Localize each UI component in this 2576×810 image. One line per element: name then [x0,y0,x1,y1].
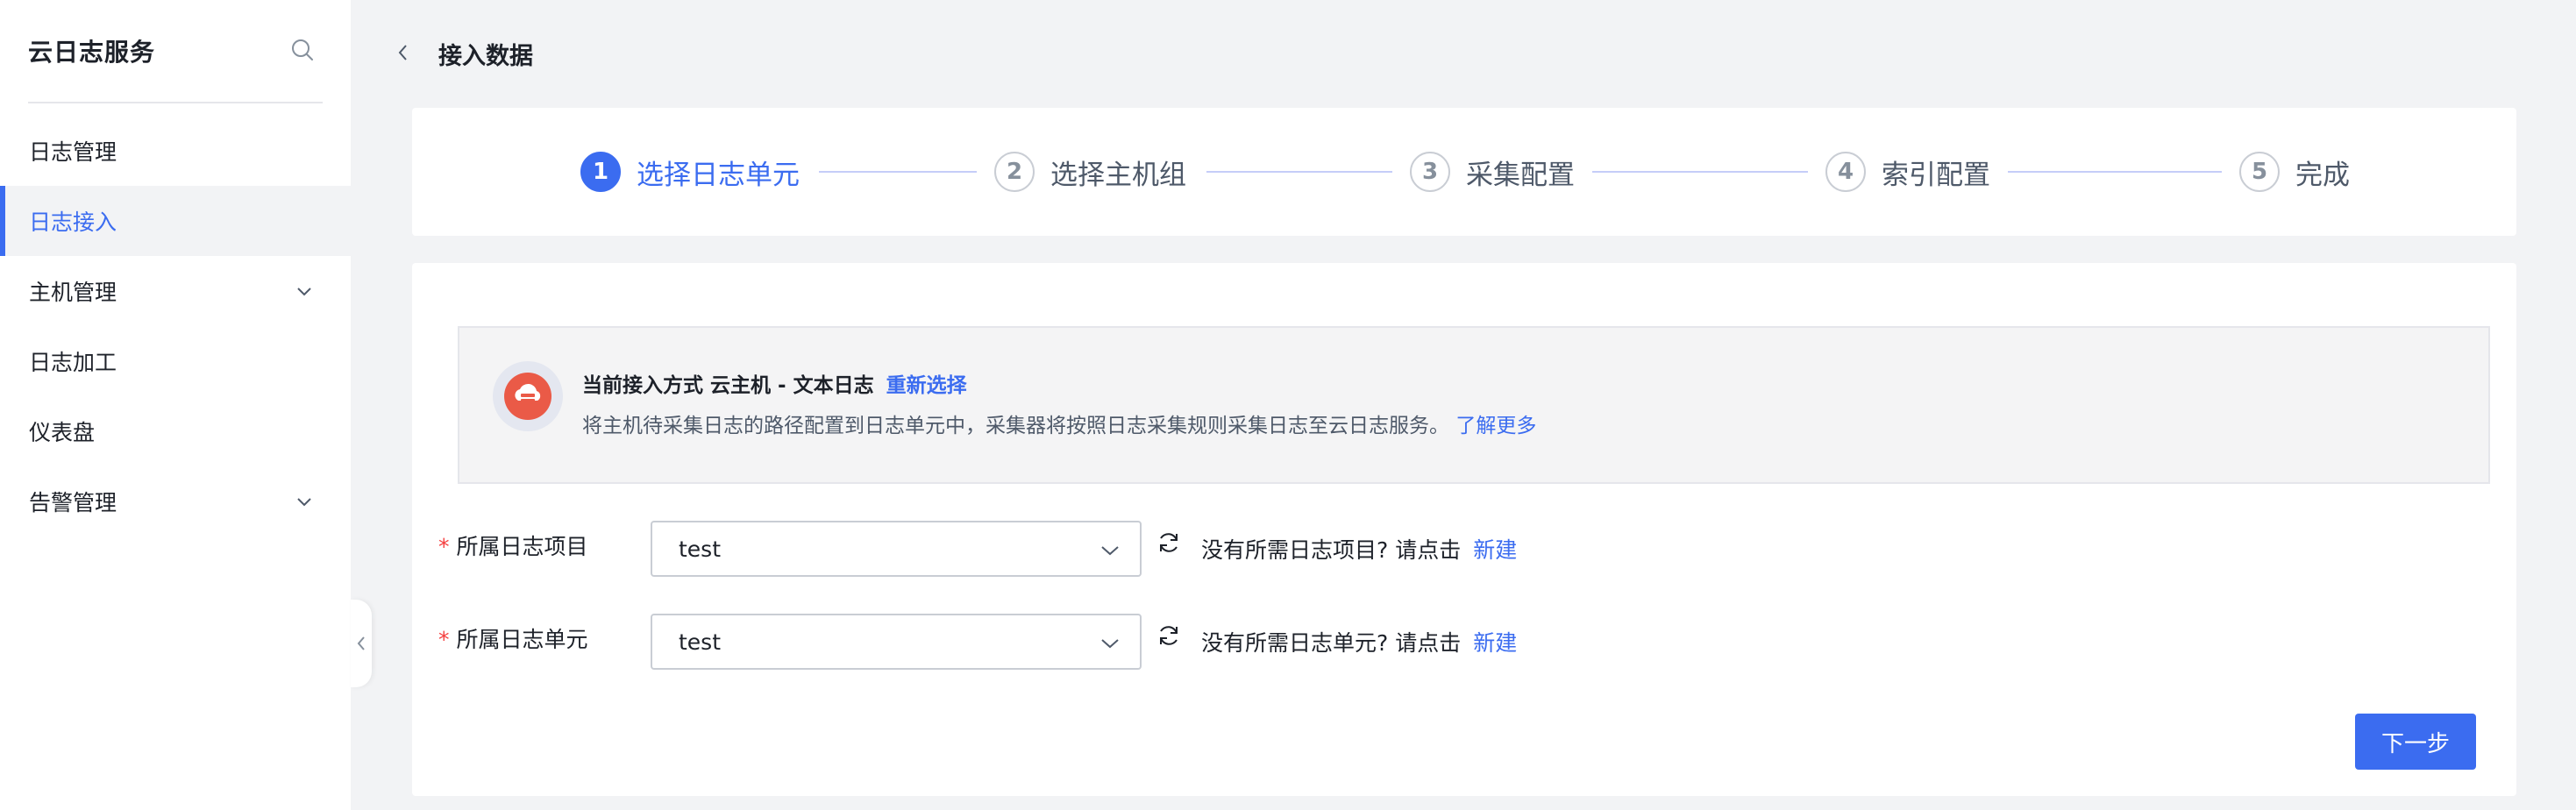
project-hint: 没有所需日志项目? 请点击 新建 [1201,537,1518,563]
chevron-down-icon [297,498,311,507]
step-connector [2008,171,2222,173]
refresh-icon[interactable] [1156,622,1182,649]
cloud-host-icon [493,361,563,431]
step-label: 采集配置 [1466,159,1575,191]
sidebar-item-label: 主机管理 [29,280,117,305]
sidebar-collapse-toggle[interactable] [351,600,372,687]
chevron-left-icon [357,636,365,650]
unit-select-value: test [679,629,722,655]
back-button[interactable] [393,40,414,65]
refresh-icon[interactable] [1156,529,1182,556]
next-step-button[interactable]: 下一步 [2355,714,2476,770]
step-number: 1 [580,152,621,192]
step-label: 选择日志单元 [637,159,800,191]
sidebar-item-dashboard[interactable]: 仪表盘 [0,396,351,466]
project-select[interactable]: test [651,521,1142,577]
step-number: 4 [1825,152,1866,192]
sidebar-item-host-management[interactable]: 主机管理 [0,256,351,326]
unit-form-row: * 所属日志单元 test 没有所需日志单元? 请点击 新建 [438,614,1666,670]
step-label: 选择主机组 [1050,159,1186,191]
access-method-label: 当前接入方式 云主机 - 文本日志 [582,374,874,397]
step-label: 完成 [2295,159,2350,191]
step-3: 3 采集配置 [1410,108,1575,236]
step-2: 2 选择主机组 [994,108,1186,236]
steps-bar: 1 选择日志单元 2 选择主机组 3 采集配置 4 索引配置 5 完成 [412,108,2516,236]
project-label: * 所属日志项目 [438,534,588,559]
project-select-value: test [679,536,722,562]
step-5: 5 完成 [2239,108,2350,236]
sidebar-item-label: 仪表盘 [29,420,96,445]
step-4: 4 索引配置 [1825,108,1990,236]
search-icon[interactable] [289,37,316,63]
step-connector [819,171,977,173]
chevron-down-icon [1101,546,1119,556]
sidebar-header: 云日志服务 [28,32,323,103]
step-number: 2 [994,152,1035,192]
unit-label: * 所属日志单元 [438,627,588,652]
page-title: 接入数据 [438,43,533,70]
project-form-row: * 所属日志项目 test 没有所需日志项目? 请点击 新建 [438,521,1666,577]
main-card: 当前接入方式 云主机 - 文本日志 重新选择 将主机待采集日志的路径配置到日志单元… [412,263,2516,796]
step-number: 3 [1410,152,1450,192]
access-method-text: 当前接入方式 云主机 - 文本日志 重新选择 [582,368,967,398]
create-unit-link[interactable]: 新建 [1473,630,1517,656]
step-connector [1206,171,1392,173]
sidebar-item-label: 告警管理 [29,490,117,515]
sidebar-item-label: 日志接入 [29,210,117,235]
learn-more-link[interactable]: 了解更多 [1455,415,1536,437]
sidebar-item-alert-management[interactable]: 告警管理 [0,466,351,536]
sidebar-item-log-access[interactable]: 日志接入 [0,186,351,256]
step-label: 索引配置 [1882,159,1990,191]
create-project-link[interactable]: 新建 [1473,537,1517,563]
unit-hint: 没有所需日志单元? 请点击 新建 [1201,630,1518,656]
chevron-down-icon [1101,639,1119,649]
access-description-text: 将主机待采集日志的路径配置到日志单元中，采集器将按照日志采集规则采集日志至云日志… [582,415,1449,437]
required-mark: * [438,627,450,652]
sidebar-item-log-processing[interactable]: 日志加工 [0,326,351,396]
step-1: 1 选择日志单元 [580,108,800,236]
step-number: 5 [2239,152,2280,192]
access-description: 将主机待采集日志的路径配置到日志单元中，采集器将按照日志采集规则采集日志至云日志… [582,409,1536,438]
reselect-link[interactable]: 重新选择 [886,374,967,397]
sidebar-item-label: 日志管理 [29,139,117,165]
sidebar-item-label: 日志加工 [29,350,117,375]
access-method-info: 当前接入方式 云主机 - 文本日志 重新选择 将主机待采集日志的路径配置到日志单元… [458,326,2490,484]
required-mark: * [438,534,450,559]
chevron-down-icon [297,288,311,296]
unit-select[interactable]: test [651,614,1142,670]
sidebar: 云日志服务 日志管理 日志接入 主机管理 日志加工 仪表盘 告警管理 [0,0,351,810]
sidebar-item-log-management[interactable]: 日志管理 [0,116,351,186]
sidebar-title: 云日志服务 [28,38,156,67]
step-connector [1592,171,1808,173]
